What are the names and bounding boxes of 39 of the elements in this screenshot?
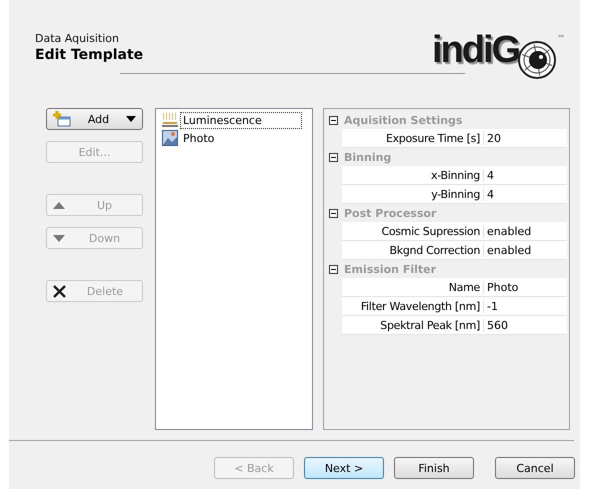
lamp-icon — [162, 112, 178, 128]
add-window-icon — [53, 111, 71, 127]
property-name: Cosmic Supression — [342, 224, 484, 238]
property-name: Name — [342, 280, 484, 294]
dialog-subtitle: Data Aquisition — [35, 32, 119, 45]
image-icon — [162, 130, 178, 146]
property-name: Bkgnd Correction — [342, 244, 484, 256]
property-value[interactable]: 4 — [484, 188, 494, 200]
category-label: Binning — [344, 150, 392, 164]
property-value[interactable]: 20 — [484, 132, 501, 144]
collapse-icon[interactable] — [329, 116, 338, 124]
template-item[interactable]: Photo — [162, 129, 302, 147]
delete-x-icon — [53, 284, 66, 298]
up-arrow-icon — [53, 202, 65, 208]
collapse-icon[interactable] — [329, 264, 338, 274]
collapse-icon[interactable] — [329, 152, 338, 162]
property-value[interactable]: 4 — [484, 168, 494, 182]
property-name: Exposure Time [s] — [342, 132, 484, 144]
property-name: y-Binning — [342, 188, 484, 200]
property-value[interactable]: -1 — [484, 300, 498, 312]
add-button[interactable]: Add — [46, 108, 143, 130]
cancel-button[interactable]: Cancel — [495, 457, 575, 479]
collapse-icon[interactable] — [329, 208, 338, 218]
category-label: Post Processor — [344, 206, 436, 220]
property-value[interactable]: 560 — [484, 318, 508, 332]
property-value[interactable]: enabled — [484, 224, 532, 238]
property-name: Spektral Peak [nm] — [342, 318, 484, 332]
category-label: Emission Filter — [344, 262, 436, 276]
dialog-title: Edit Template — [35, 47, 144, 63]
property-value[interactable]: Photo — [484, 280, 518, 294]
caret-icon — [126, 116, 136, 122]
property-name: Filter Wavelength [nm] — [342, 300, 484, 312]
finish-button[interactable]: Finish — [394, 457, 474, 479]
next-button[interactable]: Next > — [304, 457, 384, 479]
property-name: x-Binning — [342, 168, 484, 182]
property-value[interactable]: enabled — [484, 244, 532, 256]
down-arrow-icon — [53, 234, 65, 242]
logo: indiG ™ — [432, 28, 566, 80]
category-label: Aquisition Settings — [344, 114, 462, 126]
